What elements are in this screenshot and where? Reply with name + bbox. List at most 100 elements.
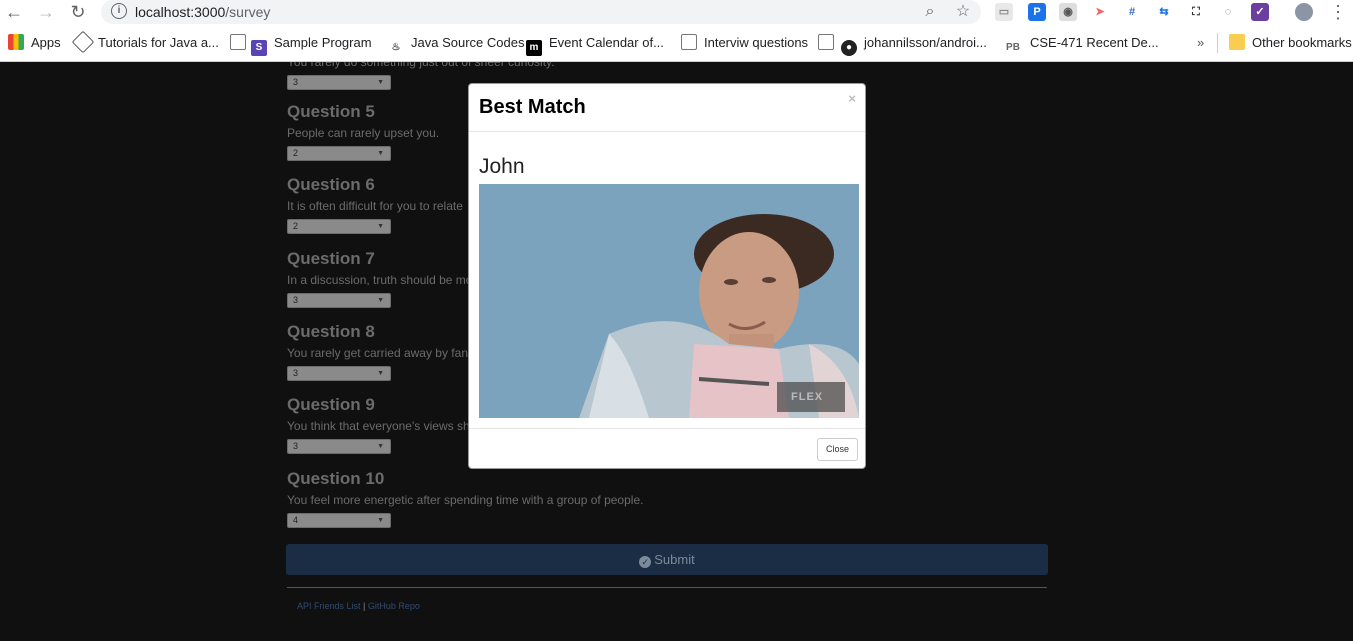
document-extension-icon[interactable]: ▭ [995, 3, 1013, 21]
page-icon [818, 34, 834, 50]
caret-down-icon: ▼ [377, 79, 384, 86]
bookmarks-divider [1217, 33, 1218, 53]
answer-value: 2 [293, 221, 299, 231]
bookmark-label: Apps [31, 35, 61, 50]
screenshot-extension-icon[interactable]: ⛶ [1187, 3, 1205, 21]
pushbullet-extension-icon[interactable]: P [1028, 3, 1046, 21]
question-title: Question 8 [287, 322, 375, 341]
url-text[interactable]: localhost:3000/survey [135, 4, 270, 20]
page-icon [681, 34, 697, 50]
bookmark-label: Event Calendar of... [549, 35, 664, 50]
answer-select[interactable]: 4 ▼ [287, 513, 391, 528]
answer-select[interactable]: 2 ▼ [287, 219, 391, 234]
code-extension-icon[interactable]: ◌ [1219, 3, 1237, 21]
question-title: Question 5 [287, 102, 375, 121]
pb-logo-icon: PB [1006, 42, 1020, 53]
back-arrow-icon[interactable]: ← [4, 2, 24, 22]
s-logo-icon: S [251, 40, 267, 56]
question-title: Question 9 [287, 395, 375, 414]
question-block: Question 5 People can rarely upset you. … [287, 101, 439, 161]
zoom-icon[interactable]: ⌕ [921, 3, 939, 21]
arrow-extension-icon[interactable]: ➤ [1091, 3, 1109, 21]
close-icon[interactable]: × [848, 91, 856, 106]
question-title: Question 6 [287, 175, 375, 194]
other-bookmarks-label: Other bookmarks [1252, 35, 1352, 50]
photo-watermark: FLEX [791, 391, 824, 403]
close-button[interactable]: Close [817, 438, 858, 461]
answer-value: 3 [293, 368, 299, 378]
bookmark-star-icon[interactable]: ☆ [954, 3, 972, 21]
bookmark-cse471[interactable]: PB CSE-471 Recent De... [1003, 34, 1159, 53]
bookmark-label: Interviw questions [704, 35, 809, 50]
url-host: localhost:3000 [135, 4, 226, 20]
answer-select[interactable]: 3 ▼ [287, 75, 391, 90]
forward-arrow-icon[interactable]: → [36, 2, 56, 22]
bookmarks-overflow-button[interactable]: » [1197, 34, 1204, 52]
question-block: Question 7 In a discussion, truth should… [287, 248, 472, 308]
check-extension-icon[interactable]: ✓ [1251, 3, 1269, 21]
modal-title: Best Match [479, 96, 586, 118]
question-block: Question 6 It is often difficult for you… [287, 174, 463, 234]
bookmark-sample-program[interactable]: S Sample Program [230, 34, 372, 56]
bookmark-apps[interactable]: Apps [8, 34, 61, 52]
match-name: John [479, 155, 525, 178]
java-icon: ♨ [391, 42, 401, 53]
footer-divider [287, 587, 1047, 588]
submit-button[interactable]: ✓ Submit [286, 544, 1048, 575]
bookmark-interview[interactable]: Interviw questions [681, 34, 808, 52]
question-title: Question 10 [287, 469, 385, 488]
check-circle-icon: ✓ [639, 556, 652, 568]
eye-extension-icon[interactable]: ◉ [1059, 3, 1077, 21]
modal-footer-divider [469, 428, 865, 429]
answer-select[interactable]: 3 ▼ [287, 439, 391, 454]
other-bookmarks[interactable]: Other bookmarks [1229, 34, 1352, 52]
browser-toolbar: ← → ↻ i localhost:3000/survey ⌕ ☆ ▭ P ◉ … [0, 0, 1353, 24]
bookmark-tutorials[interactable]: Tutorials for Java a... [71, 30, 219, 54]
github-icon: ● [841, 40, 857, 56]
bookmarks-bar: Apps Tutorials for Java a... S Sample Pro… [0, 24, 1353, 62]
profile-avatar-icon[interactable] [1295, 3, 1313, 21]
question-block: Question 9 You think that everyone's vie… [287, 394, 470, 454]
question-text: You rarely do something just out of shee… [287, 62, 555, 69]
answer-value: 3 [293, 77, 299, 87]
answer-value: 4 [293, 515, 299, 525]
grid-extension-icon[interactable]: # [1123, 3, 1141, 21]
bookmark-event-calendar[interactable]: m Event Calendar of... [526, 34, 664, 56]
url-path: /survey [225, 4, 271, 20]
m-logo-icon: m [526, 40, 542, 56]
answer-select[interactable]: 3 ▼ [287, 366, 391, 381]
folder-icon [1229, 34, 1245, 50]
caret-down-icon: ▼ [377, 517, 384, 524]
caret-down-icon: ▼ [377, 297, 384, 304]
api-friends-link[interactable]: API Friends List [297, 601, 361, 611]
answer-select[interactable]: 2 ▼ [287, 146, 391, 161]
page-icon [230, 34, 246, 50]
reload-icon[interactable]: ↻ [68, 2, 88, 22]
bookmark-label: johannilsson/androi... [864, 35, 987, 50]
portrait-illustration [479, 184, 859, 418]
question-title: Question 7 [287, 249, 375, 268]
answer-value: 3 [293, 295, 299, 305]
github-repo-link[interactable]: GitHub Repo [368, 601, 420, 611]
apps-grid-icon [8, 34, 24, 50]
caret-down-icon: ▼ [377, 150, 384, 157]
bookmark-label: Sample Program [274, 35, 372, 50]
answer-select[interactable]: 3 ▼ [287, 293, 391, 308]
info-icon[interactable]: i [111, 3, 127, 19]
bookmark-label: Java Source Codes [411, 35, 525, 50]
question-text: In a discussion, truth should be mo [287, 273, 473, 287]
submit-label: Submit [654, 552, 695, 567]
menu-dots-icon[interactable]: ⋮ [1328, 2, 1348, 22]
bookmark-label: Tutorials for Java a... [98, 35, 219, 50]
question-text: It is often difficult for you to relate [287, 199, 463, 213]
caret-down-icon: ▼ [377, 443, 384, 450]
question-block: Question 8 You rarely get carried away b… [287, 321, 468, 381]
diamond-icon [71, 30, 95, 54]
answer-value: 3 [293, 441, 299, 451]
bookmark-java-source[interactable]: ♨ Java Source Codes [388, 34, 525, 53]
modal-header: Best Match × [469, 84, 865, 132]
question-text: People can rarely upset you. [287, 126, 440, 140]
transfer-extension-icon[interactable]: ⇆ [1155, 3, 1173, 21]
bookmark-github[interactable]: ● johannilsson/androi... [818, 34, 987, 56]
address-bar[interactable]: i localhost:3000/survey ⌕ ☆ [101, 0, 981, 24]
